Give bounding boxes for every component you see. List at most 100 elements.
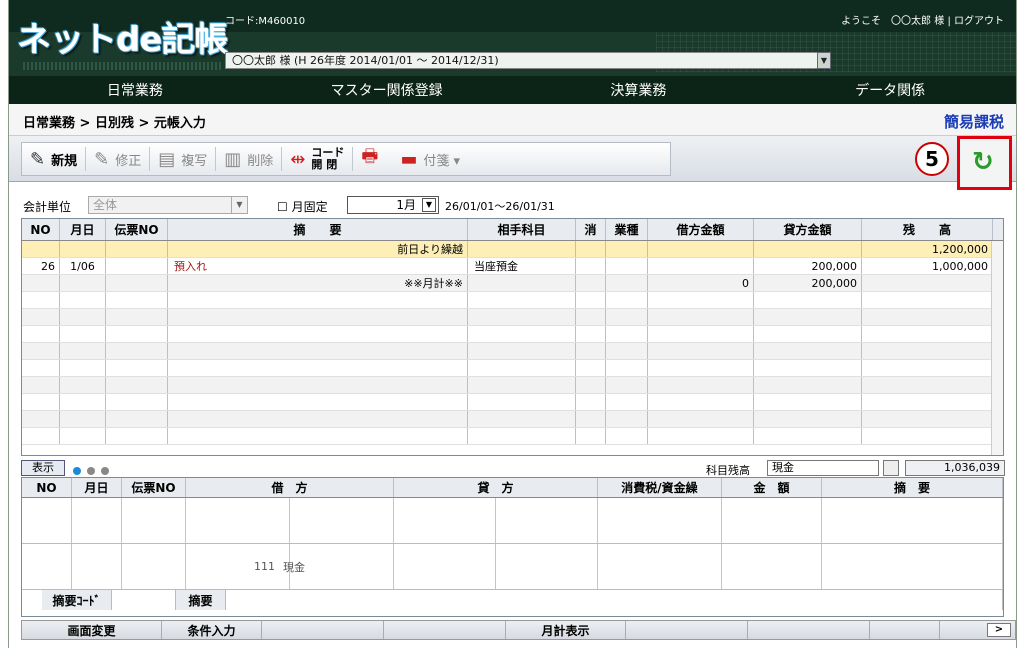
table-cell-debit bbox=[648, 309, 754, 325]
chevron-right-icon[interactable]: > bbox=[987, 623, 1011, 637]
table-cell-bal bbox=[862, 326, 993, 342]
code-toggle-button[interactable]: ⇹ コード開 閉 bbox=[282, 143, 352, 175]
desc-input[interactable] bbox=[226, 590, 1003, 610]
desc-code-input[interactable] bbox=[112, 590, 176, 610]
new-button[interactable]: ✎ 新規 bbox=[22, 143, 85, 175]
table-cell-acct bbox=[468, 343, 576, 359]
welcome-area: ようこそ 〇〇太郎 様 | ログアウト bbox=[841, 12, 1004, 27]
bottom-screen-change[interactable]: 画面変更 bbox=[22, 621, 162, 639]
entry-cell[interactable] bbox=[72, 544, 122, 589]
table-cell-desc: ※※月計※※ bbox=[168, 275, 468, 291]
month-fixed-checkbox[interactable]: ☐ 月固定 bbox=[277, 198, 328, 215]
table-row[interactable] bbox=[22, 428, 1003, 445]
table-row[interactable] bbox=[22, 309, 1003, 326]
table-cell-no bbox=[22, 428, 60, 444]
entry-cell[interactable] bbox=[496, 544, 598, 589]
table-row[interactable]: 前日より繰越 1,200,000 bbox=[22, 241, 1003, 258]
menu-daily-work[interactable]: 日常業務 bbox=[9, 80, 261, 100]
table-row[interactable] bbox=[22, 394, 1003, 411]
entry-col-desc: 摘 要 bbox=[822, 478, 1003, 497]
memo-button[interactable]: ▬ 付箋 ▾ bbox=[392, 143, 468, 175]
table-cell-acct: 当座預金 bbox=[468, 258, 576, 274]
menu-master-registration[interactable]: マスター関係登録 bbox=[261, 80, 513, 100]
table-cell-debit bbox=[648, 411, 754, 427]
entry-cell[interactable] bbox=[122, 498, 186, 543]
chevron-down-icon[interactable]: ▼ bbox=[817, 52, 831, 69]
table-cell-date bbox=[60, 343, 106, 359]
entry-cell[interactable] bbox=[394, 498, 496, 543]
welcome-text: ようこそ 〇〇太郎 様 bbox=[841, 16, 945, 27]
table-cell-acct bbox=[468, 292, 576, 308]
filter-bar: 会計単位 全体 ▼ ☐ 月固定 1月 ▼ 26/01/01～26/01/31 bbox=[9, 193, 1016, 217]
table-cell-debit bbox=[648, 258, 754, 274]
entry-cell[interactable] bbox=[598, 498, 722, 543]
table-cell-no bbox=[22, 241, 60, 257]
bottom-monthly-total[interactable]: 月計表示 bbox=[506, 621, 626, 639]
entry-cell[interactable] bbox=[496, 498, 598, 543]
entry-cell[interactable] bbox=[72, 498, 122, 543]
table-row[interactable] bbox=[22, 360, 1003, 377]
entry-cell[interactable] bbox=[822, 544, 1003, 589]
bottom-fkey-8[interactable] bbox=[870, 621, 940, 639]
user-period-select[interactable]: 〇〇太郎 様 (H 26年度 2014/01/01 ～ 2014/12/31) bbox=[225, 52, 821, 69]
entry-row[interactable]: 111 現金 bbox=[22, 544, 1003, 590]
entry-cell[interactable] bbox=[186, 498, 290, 543]
page-dot[interactable] bbox=[101, 467, 109, 475]
table-row[interactable]: ※※月計※※ 0 200,000 bbox=[22, 275, 1003, 292]
table-row[interactable]: 26 1/06 預入れ 当座預金 200,000 1,000,000 bbox=[22, 258, 1003, 275]
entry-row[interactable] bbox=[22, 498, 1003, 544]
entry-cell[interactable] bbox=[722, 498, 822, 543]
printer-icon: 🖶 bbox=[361, 146, 379, 167]
table-cell-date bbox=[60, 292, 106, 308]
entry-cell[interactable] bbox=[22, 544, 72, 589]
entry-cell[interactable] bbox=[722, 544, 822, 589]
page-dot[interactable] bbox=[87, 467, 95, 475]
page-dots bbox=[73, 464, 115, 478]
date-range: 26/01/01～26/01/31 bbox=[445, 200, 555, 213]
entry-cell[interactable] bbox=[598, 544, 722, 589]
table-cell-credit bbox=[754, 309, 862, 325]
page-dot[interactable] bbox=[73, 467, 81, 475]
month-value: 1月 bbox=[396, 198, 416, 212]
entry-cell[interactable] bbox=[290, 498, 394, 543]
entry-col-tax: 消費税/資金繰 bbox=[598, 478, 722, 497]
pencil-star-icon: ✎ bbox=[30, 148, 46, 170]
new-label: 新規 bbox=[51, 153, 78, 169]
print-button[interactable]: 🖶 bbox=[353, 143, 392, 175]
bottom-fkey-4[interactable] bbox=[384, 621, 506, 639]
vertical-scrollbar[interactable] bbox=[991, 241, 1003, 455]
bottom-fkey-3[interactable] bbox=[262, 621, 384, 639]
entry-cell[interactable] bbox=[394, 544, 496, 589]
menu-closing[interactable]: 決算業務 bbox=[513, 80, 765, 100]
balance-account-button[interactable] bbox=[883, 460, 899, 476]
menu-data[interactable]: データ関係 bbox=[764, 80, 1016, 100]
table-row[interactable] bbox=[22, 292, 1003, 309]
entry-cell[interactable] bbox=[122, 544, 186, 589]
bottom-fkey-6[interactable] bbox=[626, 621, 748, 639]
table-row[interactable] bbox=[22, 343, 1003, 360]
table-cell-debit bbox=[648, 360, 754, 376]
bottom-fkey-7[interactable] bbox=[748, 621, 870, 639]
entry-cell[interactable] bbox=[22, 498, 72, 543]
delete-button[interactable]: ▥ 削除 bbox=[216, 143, 281, 175]
table-cell-slip bbox=[106, 258, 168, 274]
bottom-condition-input[interactable]: 条件入力 bbox=[162, 621, 262, 639]
table-cell-credit bbox=[754, 292, 862, 308]
table-cell-credit bbox=[754, 326, 862, 342]
month-select[interactable]: 1月 ▼ bbox=[347, 196, 439, 214]
show-button[interactable]: 表示 bbox=[21, 460, 65, 476]
copy-button[interactable]: ▤ 複写 bbox=[150, 143, 215, 175]
logout-link[interactable]: ログアウト bbox=[954, 16, 1004, 27]
table-row[interactable] bbox=[22, 377, 1003, 394]
table-row[interactable] bbox=[22, 411, 1003, 428]
table-cell-slip bbox=[106, 309, 168, 325]
pencil-icon: ✎ bbox=[94, 148, 110, 170]
entry-cell[interactable] bbox=[822, 498, 1003, 543]
sticky-note-icon: ▬ bbox=[400, 148, 418, 170]
entry-debit-account[interactable]: 111 現金 bbox=[254, 544, 394, 589]
table-row[interactable] bbox=[22, 326, 1003, 343]
refresh-button[interactable]: ↻ bbox=[957, 136, 1012, 190]
unit-select[interactable]: 全体 ▼ bbox=[88, 196, 248, 214]
balance-account-field[interactable]: 現金 bbox=[767, 460, 879, 476]
edit-button[interactable]: ✎ 修正 bbox=[86, 143, 149, 175]
